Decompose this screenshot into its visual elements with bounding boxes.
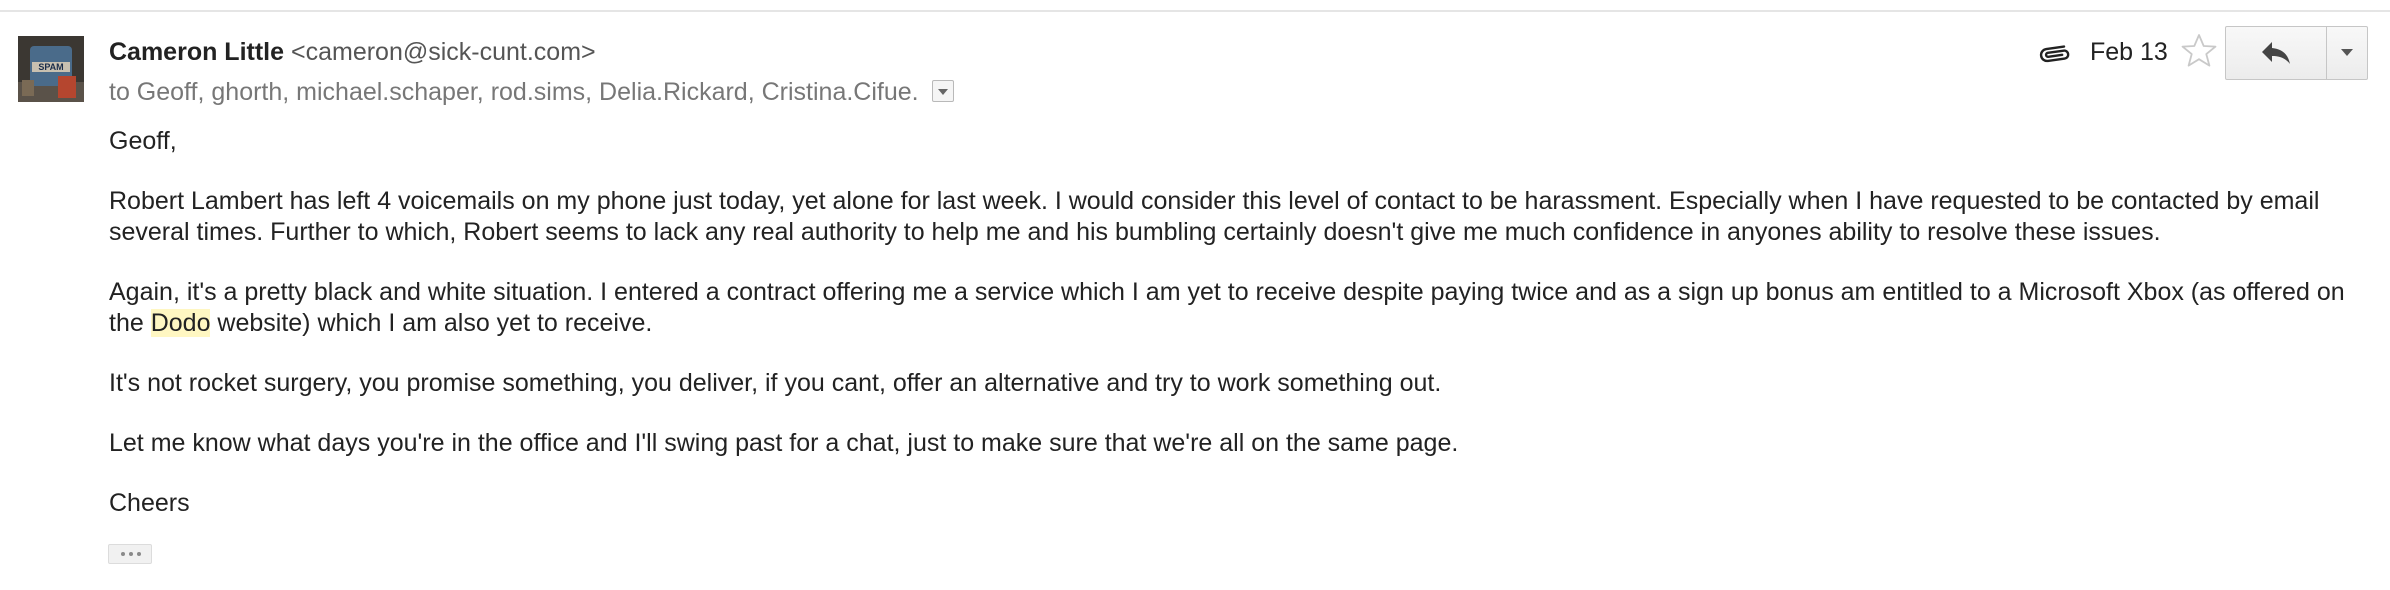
body-paragraph-2-end: website) which I am also yet to receive. <box>210 309 653 337</box>
avatar-logo-text: SPAM <box>38 62 63 72</box>
body-paragraph-3: It's not rocket surgery, you promise som… <box>109 369 1442 397</box>
reply-button[interactable] <box>2226 27 2327 79</box>
ellipsis-dot <box>121 552 125 556</box>
reply-button-group <box>2225 26 2368 80</box>
sender-line: Cameron Little <cameron@sick-cunt.com> <box>109 34 596 70</box>
ellipsis-dot <box>129 552 133 556</box>
message-body: Geoff, Robert Lambert has left 4 voicema… <box>109 126 2349 548</box>
body-paragraph-1: Robert Lambert has left 4 voicemails on … <box>109 187 2320 246</box>
more-actions-button[interactable] <box>2327 27 2367 79</box>
recipients-text: to Geoff, ghorth, michael.schaper, rod.s… <box>109 78 919 106</box>
ellipsis-dot <box>137 552 141 556</box>
avatar[interactable]: SPAM <box>18 36 84 102</box>
recipients-line: to Geoff, ghorth, michael.schaper, rod.s… <box>109 74 954 110</box>
sender-name[interactable]: Cameron Little <box>109 38 284 66</box>
recipients-details-toggle[interactable] <box>931 80 954 103</box>
signoff: Cheers <box>109 489 190 517</box>
show-trimmed-content-button[interactable] <box>108 544 152 564</box>
body-paragraph-2: Again, it's a pretty black and white sit… <box>109 277 2349 339</box>
reply-arrow-icon <box>2262 42 2290 64</box>
sender-email: <cameron@sick-cunt.com> <box>290 38 596 66</box>
greeting: Geoff, <box>109 127 177 155</box>
message-date: Feb 13 <box>2090 38 2168 66</box>
paperclip-icon <box>2035 38 2073 68</box>
highlighted-keyword[interactable]: Dodo <box>150 309 211 337</box>
star-icon[interactable] <box>2180 32 2218 70</box>
top-divider <box>0 10 2390 12</box>
body-paragraph-4: Let me know what days you're in the offi… <box>109 429 1459 457</box>
